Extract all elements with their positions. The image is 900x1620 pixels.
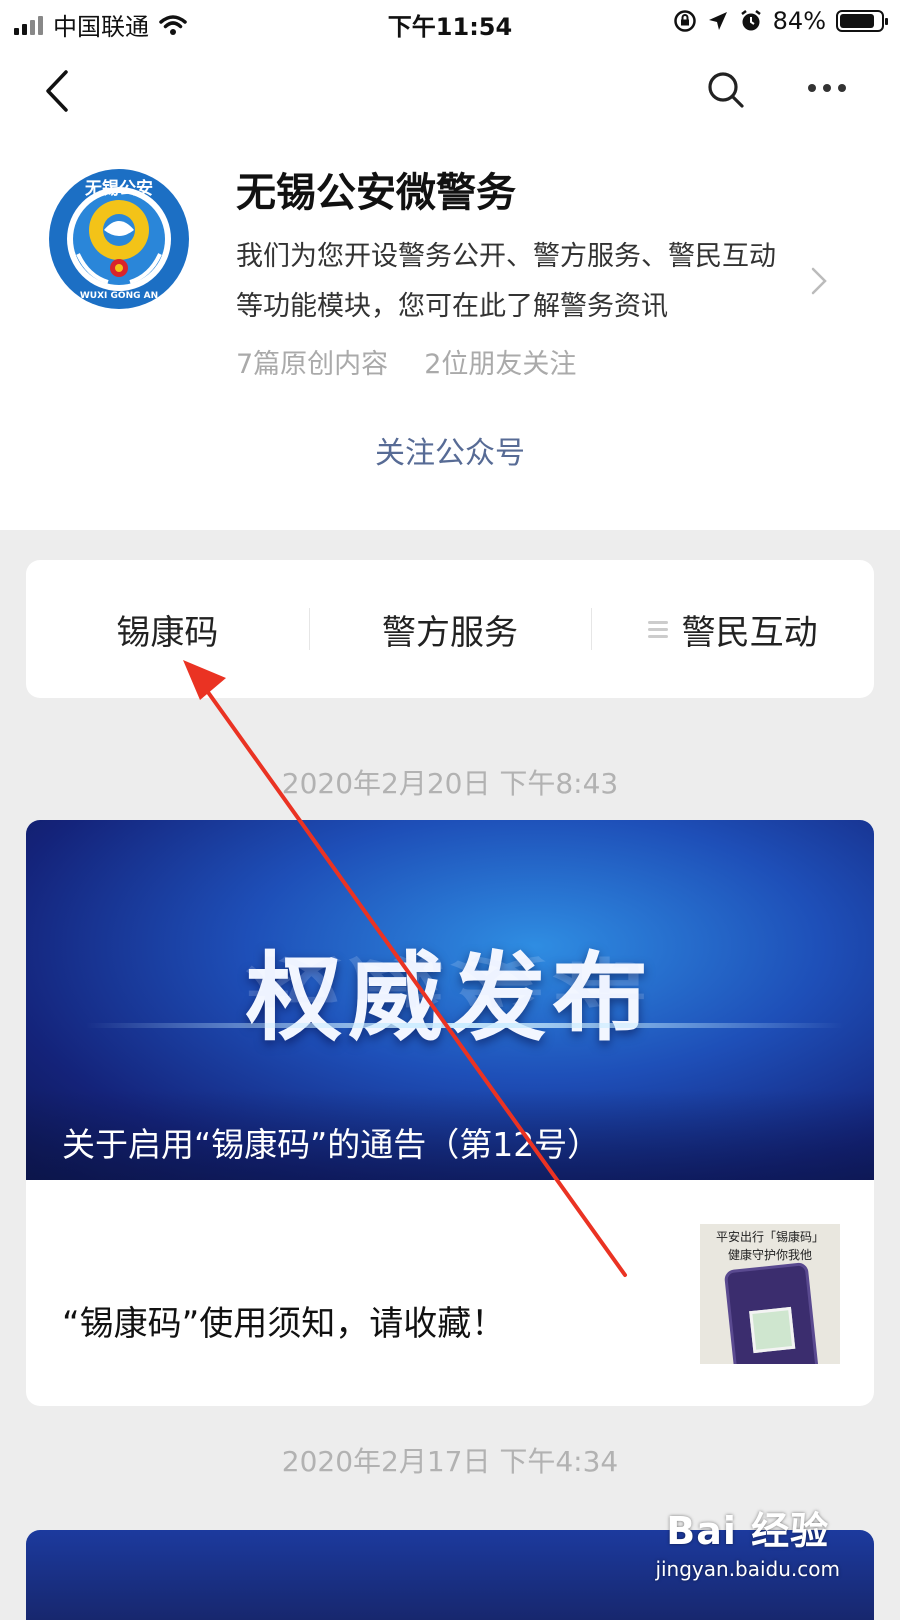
thumb-text-line2: 健康守护你我他 [727, 1248, 812, 1262]
sub-article-thumbnail[interactable]: 平安出行「锡康码」 健康守护你我他 [700, 1224, 840, 1364]
banner-light-line [86, 1023, 844, 1028]
chevron-right-icon[interactable] [810, 266, 828, 296]
menu-item-label: 警民互动 [681, 612, 818, 653]
menu-item-police-interaction[interactable]: 警民互动 [591, 560, 874, 698]
status-bar: 中国联通 下午11:54 84% [0, 0, 900, 46]
search-icon[interactable] [706, 70, 746, 110]
watermark-logo: Bai 经验 [666, 1509, 830, 1553]
account-description[interactable]: 我们为您开设警务公开、警方服务、警民互动等功能模块，您可在此了解警务资讯 [236, 232, 796, 332]
account-stats: 7篇原创内容 2位朋友关注 [236, 342, 576, 381]
menu-bar: 锡康码 警方服务 警民互动 [26, 560, 874, 698]
post-date: 2020年2月17日 下午4:34 [281, 1445, 619, 1478]
police-emblem-icon: 无锡公安 WUXI GONG AN [49, 169, 189, 309]
phone-graphic [723, 1261, 821, 1364]
article-card[interactable]: 权威发布 权威发布 关于启用“锡康码”的通告（第12号） “锡康码”使用须知，请… [26, 820, 874, 1406]
svg-text:WUXI GONG AN: WUXI GONG AN [80, 291, 158, 301]
account-logo[interactable]: 无锡公安 WUXI GONG AN [48, 168, 190, 310]
baidu-watermark: Bai 经验 jingyan.baidu.com [655, 1500, 840, 1581]
menu-item-police-service[interactable]: 警方服务 [308, 560, 592, 698]
sub-article-title[interactable]: “锡康码”使用须知，请收藏！ [62, 1296, 505, 1345]
article-banner[interactable]: 权威发布 权威发布 关于启用“锡康码”的通告（第12号） [26, 820, 874, 1180]
qr-code-icon [749, 1306, 796, 1354]
more-dots-icon[interactable] [808, 84, 846, 92]
svg-text:无锡公安: 无锡公安 [84, 178, 153, 199]
post-date: 2020年2月20日 下午8:43 [281, 767, 619, 800]
menu-item-label: 警方服务 [382, 612, 518, 653]
location-icon [708, 12, 727, 30]
alarm-icon [740, 10, 761, 31]
account-name: 无锡公安微警务 [236, 170, 516, 216]
hamburger-icon [647, 620, 668, 638]
battery-percent: 84% [772, 7, 826, 35]
account-header: 中国联通 下午11:54 84% 无锡公安 WUXI GONG AN 无锡公安微… [0, 0, 900, 530]
banner-reflection: 权威发布 [246, 949, 654, 1011]
original-count: 7篇原创内容 [236, 349, 389, 380]
menu-item-label: 锡康码 [116, 612, 219, 653]
chevron-left-icon[interactable] [38, 68, 78, 114]
battery-icon [836, 10, 888, 32]
watermark-url: jingyan.baidu.com [655, 1557, 840, 1581]
banner-title: 关于启用“锡康码”的通告（第12号） [62, 1125, 601, 1164]
thumb-text-line1: 平安出行「锡康码」 [715, 1230, 824, 1244]
menu-item-xikangma[interactable]: 锡康码 [26, 560, 309, 698]
rotation-lock-icon [673, 10, 696, 32]
battery-level-fill [840, 14, 874, 28]
follow-button[interactable]: 关注公众号 [0, 428, 900, 472]
friends-following[interactable]: 2位朋友关注 [424, 342, 576, 381]
